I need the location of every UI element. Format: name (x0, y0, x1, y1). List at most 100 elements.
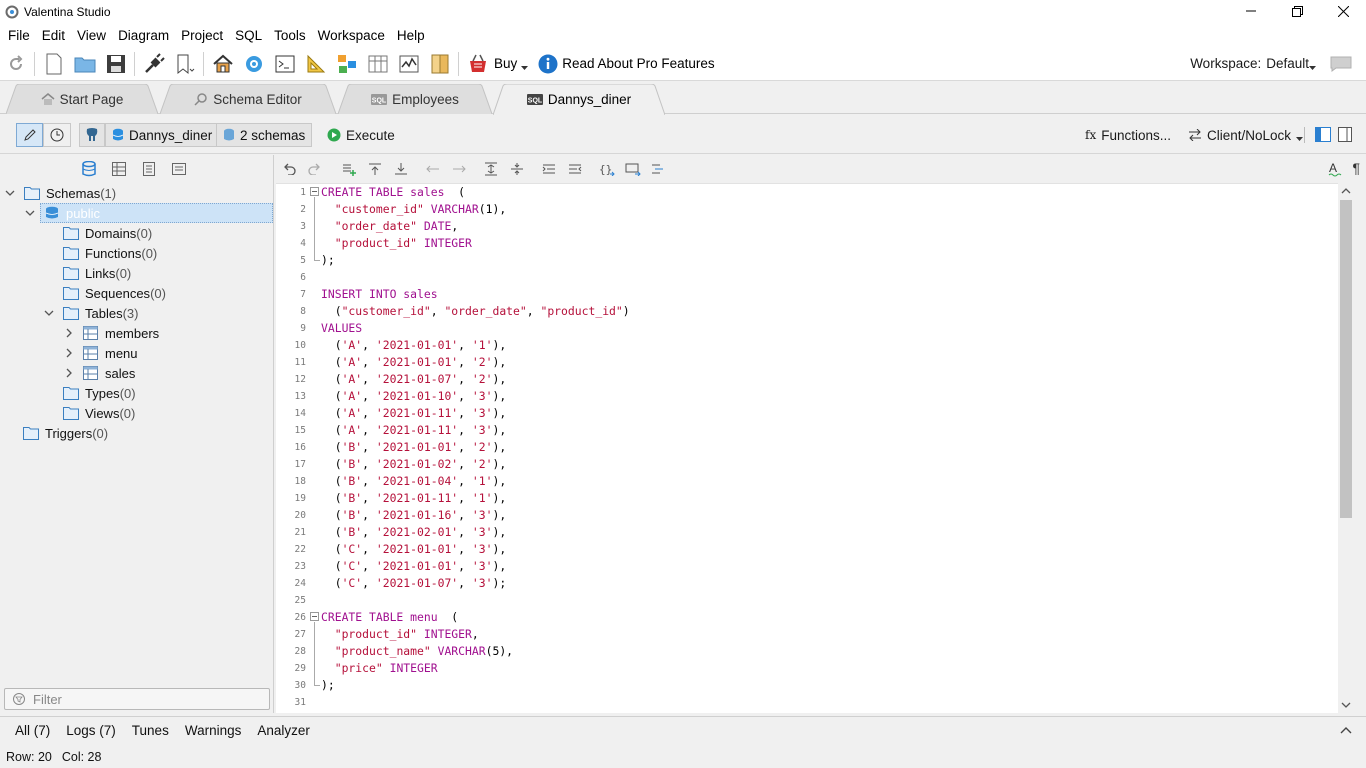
format-button[interactable] (620, 158, 646, 180)
pro-features-link[interactable]: Read About Pro Features (532, 54, 715, 74)
insert-line-button[interactable] (336, 158, 362, 180)
menu-diagram[interactable]: Diagram (112, 28, 175, 43)
fold-toggle-icon[interactable] (310, 612, 319, 621)
table-view-tab[interactable] (110, 160, 128, 178)
buy-button[interactable]: Buy (462, 53, 532, 75)
transaction-mode-selector[interactable]: Client/NoLock (1188, 123, 1304, 147)
tree-node-triggers[interactable]: Triggers (0) (0, 423, 108, 443)
tree-node-views[interactable]: Views (0) (0, 403, 135, 423)
restore-button[interactable] (1274, 0, 1320, 22)
scroll-down-icon[interactable] (1341, 702, 1351, 709)
tab-dannys-diner[interactable]: SQL Dannys_diner (493, 84, 665, 115)
workspace-selector[interactable]: Workspace: Default (1190, 56, 1316, 71)
indent-button[interactable] (446, 158, 472, 180)
line-number: 28 (294, 646, 306, 657)
move-line-down-button[interactable] (388, 158, 414, 180)
comment-button[interactable] (536, 158, 562, 180)
edit-mode-button[interactable] (16, 123, 43, 147)
new-file-button[interactable] (38, 49, 69, 79)
filter-input[interactable]: Filter (4, 688, 270, 710)
tree-node-members[interactable]: members (0, 323, 159, 343)
doc-view-tab[interactable] (140, 160, 158, 178)
tree-node-tables[interactable]: Tables (3) (0, 303, 138, 323)
tab-start-page[interactable]: Start Page (6, 84, 158, 114)
tree-node-sequences[interactable]: Sequences (0) (0, 283, 166, 303)
refresh-button[interactable] (0, 49, 31, 79)
fold-toggle-icon[interactable] (310, 187, 319, 196)
tree-node-schemas[interactable]: Schemas (1) (0, 183, 116, 203)
beautify-button[interactable] (646, 158, 672, 180)
redo-button[interactable] (302, 158, 328, 180)
menu-help[interactable]: Help (391, 28, 431, 43)
scrollbar-thumb[interactable] (1340, 200, 1352, 518)
functions-button[interactable]: fx Functions... (1085, 123, 1171, 147)
tab-all[interactable]: All (7) (7, 723, 58, 738)
pilcrow-icon[interactable]: ¶ (1352, 160, 1360, 176)
code-token: CREATE TABLE (321, 185, 411, 199)
spellcheck-button[interactable]: A (1328, 161, 1342, 180)
editor-scrollbar[interactable] (1338, 183, 1354, 713)
minimize-button[interactable] (1228, 0, 1274, 22)
tree-node-sales[interactable]: sales (0, 363, 135, 383)
tab-tunes[interactable]: Tunes (124, 723, 177, 738)
tree-node-public[interactable]: public (0, 203, 273, 223)
notebook-button[interactable] (424, 49, 455, 79)
tree-node-menu[interactable]: menu (0, 343, 138, 363)
menu-edit[interactable]: Edit (36, 28, 71, 43)
menu-workspace[interactable]: Workspace (312, 28, 391, 43)
tree-node-types[interactable]: Types (0) (0, 383, 136, 403)
expand-all-button[interactable] (478, 158, 504, 180)
braces-button[interactable]: {} (594, 158, 620, 180)
tab-logs[interactable]: Logs (7) (58, 723, 124, 738)
menu-tools[interactable]: Tools (268, 28, 312, 43)
menu-project[interactable]: Project (175, 28, 229, 43)
undo-button[interactable] (276, 158, 302, 180)
schema-editor-button[interactable] (238, 49, 269, 79)
schemas-selector[interactable]: 2 schemas (216, 123, 313, 147)
monitor-button[interactable] (393, 49, 424, 79)
code-token: , (526, 304, 541, 318)
menu-file[interactable]: File (2, 28, 36, 43)
tab-employees[interactable]: SQL Employees (338, 84, 492, 114)
tab-warnings[interactable]: Warnings (177, 723, 250, 738)
connect-button[interactable] (138, 49, 169, 79)
postgres-button[interactable] (79, 123, 105, 147)
menu-view[interactable]: View (71, 28, 112, 43)
tab-analyzer[interactable]: Analyzer (249, 723, 318, 738)
scroll-up-icon[interactable] (1341, 187, 1351, 194)
save-button[interactable] (100, 49, 131, 79)
sql-code-editor[interactable]: 1 2 3 4 5 6 7 8 9 10 11 12 13 14 15 16 17 18 19 20 21 22 23 24 2… (276, 183, 1338, 713)
home-button[interactable] (207, 49, 238, 79)
tab-schema-editor[interactable]: Schema Editor (160, 84, 336, 114)
left-panel-toggle-icon[interactable] (1315, 127, 1331, 142)
table-button[interactable] (362, 49, 393, 79)
database-selector[interactable]: Dannys_diner (105, 123, 220, 147)
report-button[interactable] (300, 49, 331, 79)
menu-sql[interactable]: SQL (229, 28, 268, 43)
right-panel-toggle-icon[interactable] (1338, 127, 1352, 142)
diagram-button[interactable] (331, 49, 362, 79)
line-number: 20 (294, 510, 306, 521)
tree-node-functions[interactable]: Functions (0) (0, 243, 157, 263)
notebook-icon (431, 54, 448, 73)
execute-button[interactable]: Execute (327, 123, 395, 147)
folder-icon (63, 407, 79, 420)
code-token: 'A' (341, 355, 363, 369)
move-line-up-button[interactable] (362, 158, 388, 180)
tree-node-links[interactable]: Links (0) (0, 263, 131, 283)
terminal-button[interactable] (269, 49, 300, 79)
close-button[interactable] (1320, 0, 1366, 22)
open-folder-button[interactable] (69, 49, 100, 79)
collapse-all-button[interactable] (504, 158, 530, 180)
code-line: "product_id" INTEGER, (321, 626, 479, 643)
list-view-tab[interactable] (170, 160, 188, 178)
chevron-up-icon[interactable] (1340, 726, 1352, 734)
db-view-tab[interactable] (80, 160, 98, 178)
code-token: VARCHAR (437, 644, 486, 658)
uncomment-button[interactable] (562, 158, 588, 180)
history-button[interactable] (43, 123, 71, 147)
tree-node-domains[interactable]: Domains (0) (0, 223, 152, 243)
chat-icon[interactable] (1330, 56, 1352, 72)
unindent-button[interactable] (420, 158, 446, 180)
bookmark-button[interactable] (169, 49, 200, 79)
